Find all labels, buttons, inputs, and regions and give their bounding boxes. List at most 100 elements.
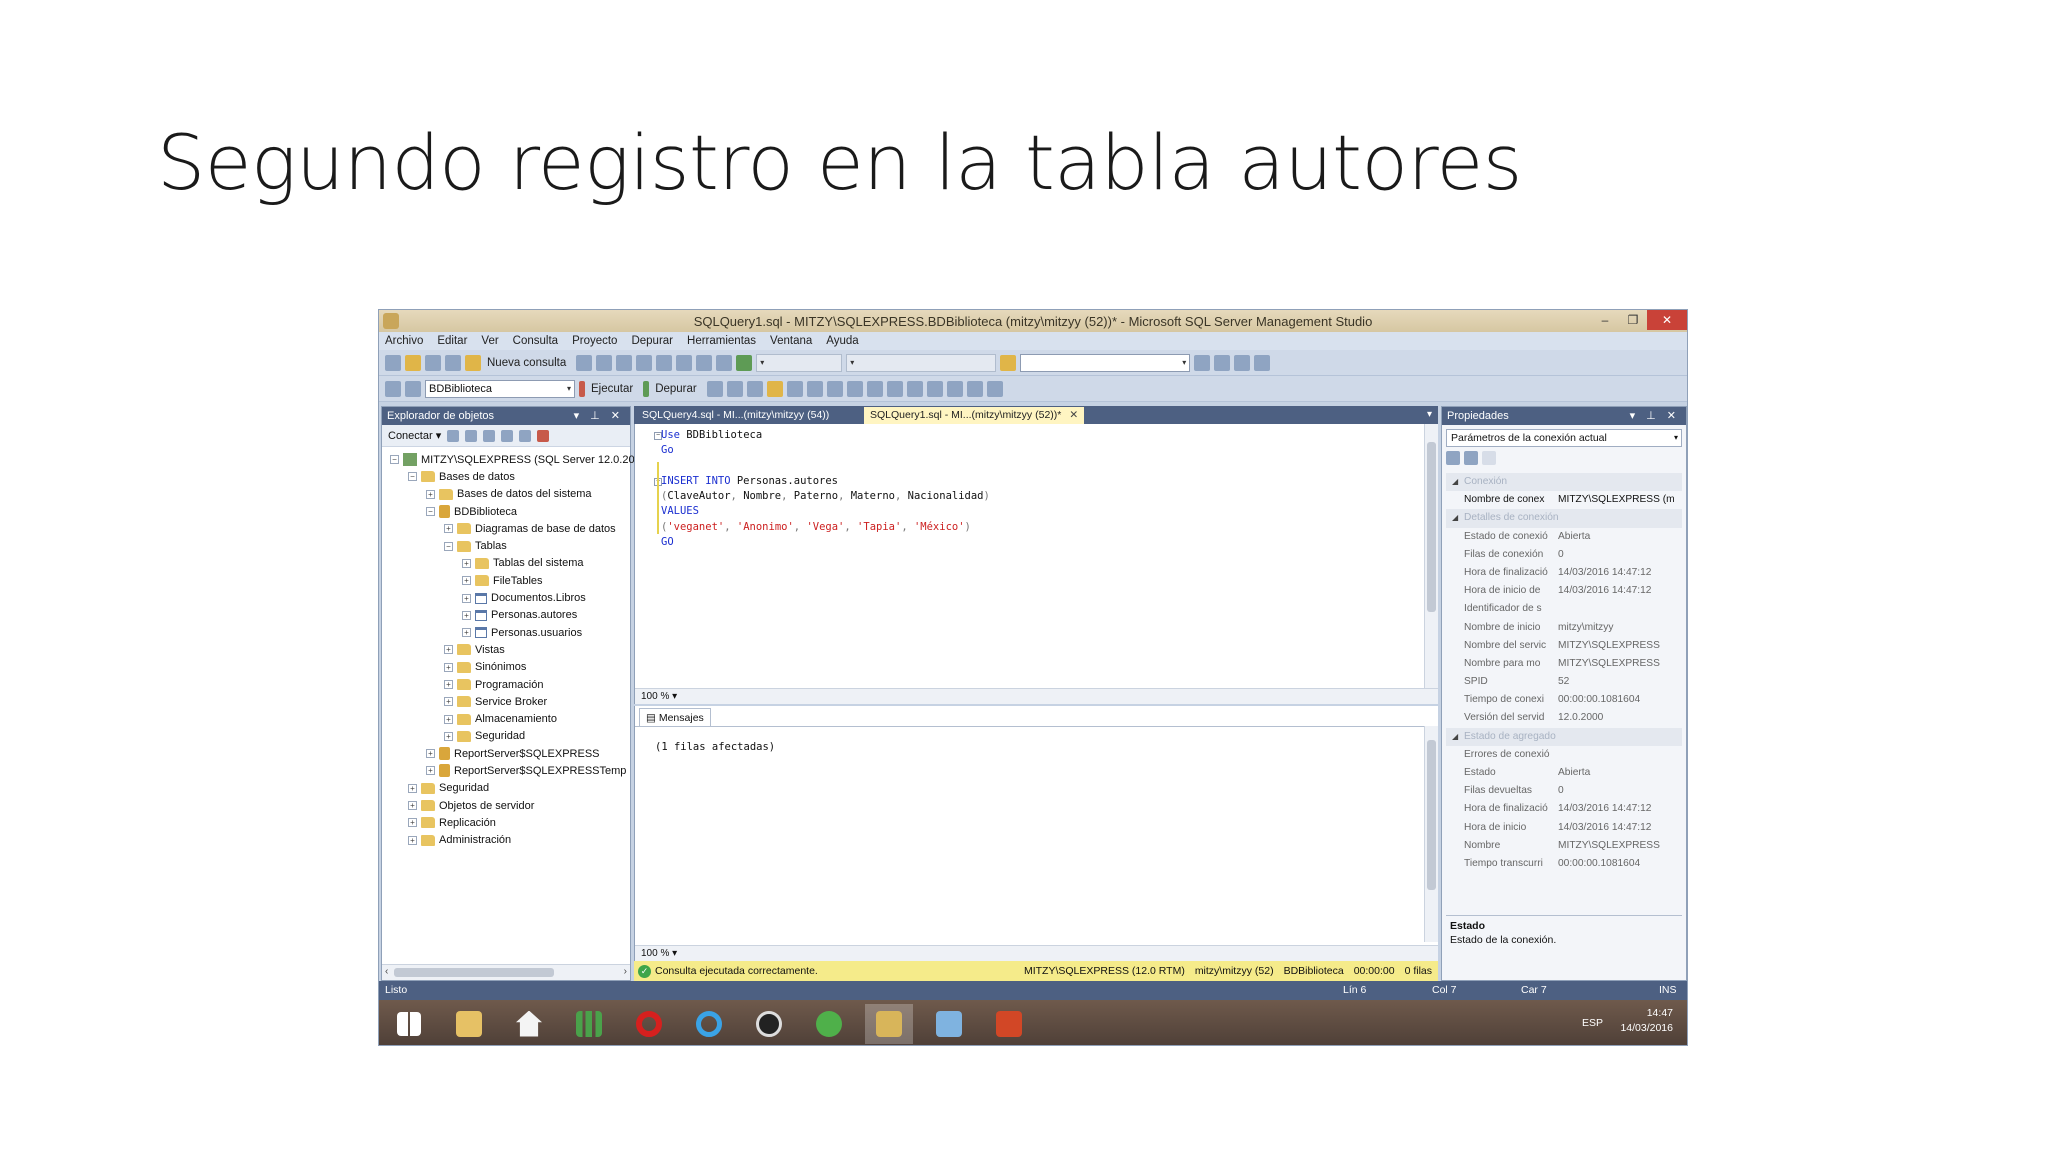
expand-toggle-icon[interactable]: − xyxy=(444,541,453,551)
sql-code[interactable]: Use BDBiblioteca Go INSERT INTO Personas.a… xyxy=(661,428,990,550)
specify-values-icon[interactable] xyxy=(986,380,1003,397)
tree-node[interactable]: + Personas.autores xyxy=(382,607,630,624)
collapse-triangle-icon[interactable]: ◢ xyxy=(1452,509,1458,527)
collapse-triangle-icon[interactable]: ◢ xyxy=(1452,473,1458,491)
db-engine-query-icon[interactable] xyxy=(576,354,593,371)
taskbar-chart[interactable] xyxy=(565,1004,613,1044)
undo-icon[interactable] xyxy=(676,354,693,371)
expand-toggle-icon[interactable]: + xyxy=(408,801,417,811)
new-query-icon[interactable] xyxy=(465,354,481,371)
find-input[interactable]: ▾ xyxy=(1020,353,1191,372)
property-category[interactable]: ◢ Detalles de conexión xyxy=(1446,509,1682,528)
tree-node[interactable]: + ReportServer$SQLEXPRESS xyxy=(382,745,630,762)
alphabetical-icon[interactable] xyxy=(1464,451,1478,465)
expand-toggle-icon[interactable]: + xyxy=(444,645,453,655)
tree-node[interactable]: − MITZY\SQLEXPRESS (SQL Server 12.0.20 xyxy=(382,451,635,468)
estimated-plan-icon[interactable] xyxy=(746,380,763,397)
copy-icon[interactable] xyxy=(636,354,653,371)
property-row[interactable]: Estado de conexió Abierta xyxy=(1446,528,1682,546)
menu-consulta[interactable]: Consulta xyxy=(513,335,558,347)
tree-node[interactable]: − Tablas xyxy=(382,537,630,554)
tab-list-icon[interactable]: ▾ xyxy=(1427,406,1432,424)
start-icon[interactable] xyxy=(736,354,753,371)
menu-ayuda[interactable]: Ayuda xyxy=(826,335,858,347)
redo-icon[interactable] xyxy=(696,354,713,371)
property-row[interactable]: Nombre MITZY\SQLEXPRESS xyxy=(1446,837,1682,855)
expand-toggle-icon[interactable]: + xyxy=(462,593,471,603)
tree-node[interactable]: + Programación xyxy=(382,676,630,693)
input-language[interactable]: ESP xyxy=(1582,1016,1603,1031)
cut-icon[interactable] xyxy=(616,354,633,371)
change-connection-icon[interactable] xyxy=(405,380,421,397)
decrease-indent-icon[interactable] xyxy=(946,380,963,397)
taskbar-explorer[interactable] xyxy=(445,1004,493,1044)
save-icon[interactable] xyxy=(425,354,441,371)
expand-toggle-icon[interactable]: + xyxy=(426,489,435,499)
taskbar-home[interactable] xyxy=(505,1004,553,1044)
analysis-query-icon[interactable] xyxy=(596,354,613,371)
open-file-icon[interactable] xyxy=(405,354,421,371)
clock-time[interactable]: 14:47 xyxy=(1613,1006,1673,1021)
property-row[interactable]: Nombre del servic MITZY\SQLEXPRESS xyxy=(1446,637,1682,655)
platform-dropdown[interactable]: ▾ xyxy=(846,353,997,372)
connect-button[interactable]: Conectar ▾ xyxy=(388,429,441,442)
tree-node[interactable]: + Seguridad xyxy=(382,780,630,797)
comment-icon[interactable] xyxy=(906,380,923,397)
tree-node[interactable]: + Sinónimos xyxy=(382,659,630,676)
messages-area[interactable]: (1 filas afectadas) xyxy=(635,726,1425,942)
results-zoom[interactable]: 100 % ▾ xyxy=(635,945,1438,961)
expand-toggle-icon[interactable]: + xyxy=(462,558,471,568)
expand-toggle-icon[interactable]: + xyxy=(444,697,453,707)
property-row[interactable]: Tiempo transcurri 00:00:00.1081604 xyxy=(1446,855,1682,873)
expand-toggle-icon[interactable]: + xyxy=(444,731,453,741)
client-stats-icon[interactable] xyxy=(826,380,843,397)
parse-icon[interactable] xyxy=(726,380,743,397)
expand-toggle-icon[interactable]: − xyxy=(408,472,417,482)
close-tab-icon[interactable]: ✕ xyxy=(1069,409,1078,421)
stop-icon[interactable] xyxy=(483,429,496,442)
tree-node[interactable]: + Tablas del sistema xyxy=(382,555,630,572)
expand-toggle-icon[interactable]: + xyxy=(444,524,453,534)
debug-button[interactable]: Depurar xyxy=(655,383,697,395)
refresh-icon[interactable] xyxy=(519,429,532,442)
find-icon[interactable] xyxy=(1000,354,1017,371)
expand-toggle-icon[interactable]: + xyxy=(462,576,471,586)
expand-toggle-icon[interactable]: + xyxy=(462,628,471,638)
tree-node[interactable]: + Bases de datos del sistema xyxy=(382,486,630,503)
activity-monitor-icon[interactable] xyxy=(537,429,550,442)
menu-depurar[interactable]: Depurar xyxy=(631,335,673,347)
paste-icon[interactable] xyxy=(656,354,673,371)
tab-mensajes[interactable]: ▤ Mensajes xyxy=(639,708,711,726)
taskbar-powerpoint[interactable] xyxy=(985,1004,1033,1044)
tree-node[interactable]: + Diagramas de base de datos xyxy=(382,520,630,537)
solution-config-dropdown[interactable]: ▾ xyxy=(756,353,843,372)
menu-herramientas[interactable]: Herramientas xyxy=(687,335,756,347)
expand-toggle-icon[interactable]: + xyxy=(408,818,417,828)
tree-node[interactable]: + Administración xyxy=(382,832,630,849)
pin-close-icons[interactable]: ▾ ⊥ ✕ xyxy=(1630,407,1680,425)
menu-proyecto[interactable]: Proyecto xyxy=(572,335,617,347)
property-row[interactable]: Nombre de inicio mitzy\mitzyy xyxy=(1446,619,1682,637)
menu-editar[interactable]: Editar xyxy=(437,335,467,347)
property-row[interactable]: Estado Abierta xyxy=(1446,764,1682,782)
tree-node[interactable]: + Almacenamiento xyxy=(382,710,630,727)
taskbar-notes[interactable] xyxy=(925,1004,973,1044)
expand-toggle-icon[interactable]: + xyxy=(444,680,453,689)
query-editor[interactable]: − − Use BDBibliotecaGoINSERT INTO Person… xyxy=(634,424,1438,704)
filter-icon[interactable] xyxy=(501,429,514,442)
actual-plan-icon[interactable] xyxy=(806,380,823,397)
tree-node[interactable]: + Vistas xyxy=(382,641,630,658)
results-vscrollbar[interactable] xyxy=(1424,726,1438,942)
object-explorer-icon[interactable] xyxy=(1214,354,1231,371)
tree-node[interactable]: + Seguridad xyxy=(382,728,630,745)
minimize-button[interactable]: – xyxy=(1591,310,1619,330)
property-row[interactable]: Versión del servid 12.0.2000 xyxy=(1446,709,1682,727)
expand-toggle-icon[interactable]: + xyxy=(408,783,417,793)
increase-indent-icon[interactable] xyxy=(966,380,983,397)
property-row[interactable]: Hora de finalizació 14/03/2016 14:47:12 xyxy=(1446,800,1682,818)
start-button[interactable] xyxy=(385,1004,433,1044)
taskbar-opera[interactable] xyxy=(625,1004,673,1044)
properties-icon[interactable] xyxy=(1194,354,1211,371)
property-row[interactable]: Errores de conexió xyxy=(1446,746,1682,764)
expand-toggle-icon[interactable]: + xyxy=(444,714,453,724)
